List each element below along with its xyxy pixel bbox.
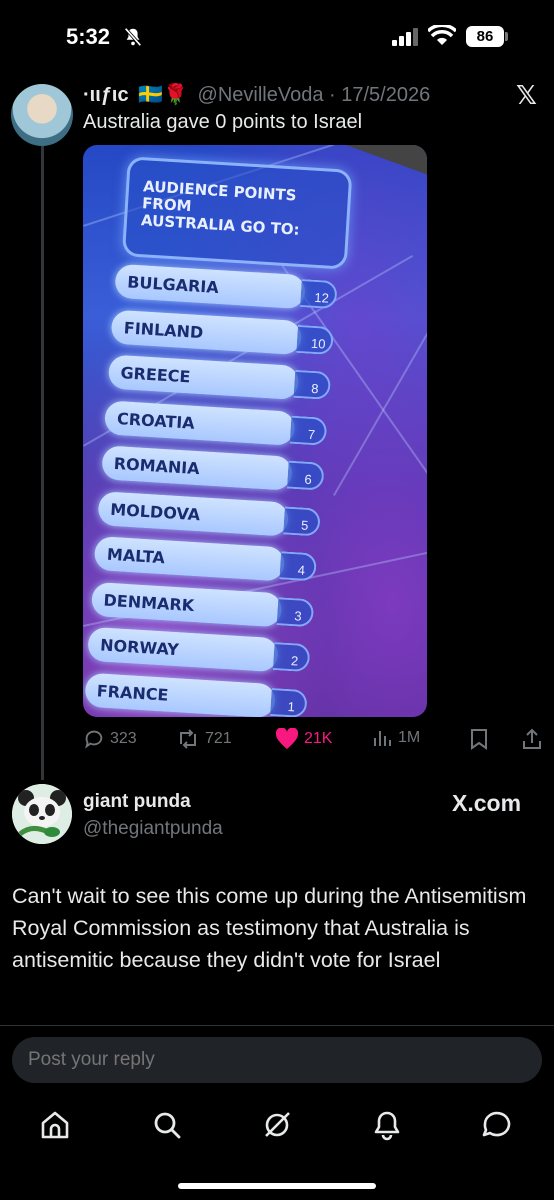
points-value: 5 <box>300 516 309 533</box>
divider <box>0 1025 554 1026</box>
scoreboard-row: FRANCE 1 <box>83 672 316 717</box>
tweet-date: · 17/5/2026 <box>329 84 431 106</box>
thread-line <box>41 140 44 780</box>
status-bar: 5:32 86 <box>0 0 554 70</box>
scoreboard-row: FINLAND 10 <box>110 309 343 359</box>
scoreboard-title: AUDIENCE POINTS FROM AUSTRALIA GO TO: <box>121 156 353 270</box>
repost-button[interactable]: 721 <box>176 728 232 750</box>
search-icon[interactable] <box>150 1108 184 1142</box>
points-value: 2 <box>290 653 299 669</box>
points-value: 3 <box>293 607 303 624</box>
notifications-icon[interactable] <box>370 1108 404 1142</box>
scoreboard-row: CROATIA 7 <box>104 399 336 450</box>
scoreboard-row: ROMANIA 6 <box>100 445 333 495</box>
points-value: 6 <box>304 471 313 488</box>
tweet-actions: 323 721 21K 1M <box>83 728 543 754</box>
repost-count: 721 <box>205 730 232 747</box>
reply-input[interactable] <box>12 1037 542 1083</box>
bottom-nav <box>0 1100 554 1150</box>
bookmark-button[interactable] <box>469 728 489 750</box>
reply-icon <box>85 730 103 749</box>
scoreboard-row: NORWAY 2 <box>87 626 319 677</box>
scoreboard-row: MALTA 4 <box>94 535 326 586</box>
points-value: 7 <box>307 426 316 442</box>
tweet-header: ·ιιƒιc 🇸🇪🌹 @NevilleVoda · 17/5/2026 <box>83 82 430 107</box>
repost-icon <box>180 729 196 749</box>
points-value: 12 <box>314 289 330 306</box>
scoreboard-row: BULGARIA 12 <box>114 263 346 314</box>
country-name: MALTA <box>106 544 166 568</box>
tweet-image[interactable]: AUDIENCE POINTS FROM AUSTRALIA GO TO: BU… <box>83 145 427 717</box>
author-flags: 🇸🇪🌹 <box>138 84 188 106</box>
scoreboard: AUDIENCE POINTS FROM AUSTRALIA GO TO: BU… <box>83 155 368 717</box>
points-value: 1 <box>287 698 296 714</box>
battery-tip <box>505 32 508 41</box>
reply-author-name[interactable]: giant punda <box>83 791 191 813</box>
home-indicator <box>178 1183 376 1189</box>
wifi-icon <box>428 25 456 45</box>
avatar[interactable] <box>11 84 73 146</box>
reply-text: Can't wait to see this come up during th… <box>12 884 527 972</box>
points-value: 10 <box>310 335 326 352</box>
scoreboard-row: DENMARK 3 <box>90 581 323 631</box>
share-icon <box>523 728 541 749</box>
tweet-text: Australia gave 0 points to Israel <box>83 111 363 133</box>
author-name[interactable]: ·ιιƒιc <box>83 84 129 106</box>
silent-bell-icon <box>124 27 142 47</box>
scoreboard-row: MOLDOVA 5 <box>97 490 329 541</box>
views-count: 1M <box>398 729 421 746</box>
reply-button[interactable]: 323 <box>83 728 137 750</box>
like-count: 21K <box>304 730 333 747</box>
panda-avatar-icon <box>12 784 72 844</box>
heart-icon <box>275 728 299 749</box>
author-handle[interactable]: @NevilleVoda <box>198 84 324 106</box>
reply-avatar[interactable] <box>12 784 72 844</box>
points-value: 8 <box>310 380 319 397</box>
x-logo-icon: 𝕏 <box>516 80 537 110</box>
views-icon <box>374 731 391 746</box>
status-time: 5:32 <box>66 24 111 49</box>
reply-count: 323 <box>110 730 137 747</box>
source-label: X.com <box>452 790 522 816</box>
views-button[interactable]: 1M <box>373 728 420 748</box>
share-button[interactable] <box>521 728 543 750</box>
scoreboard-row: GREECE 8 <box>107 354 339 404</box>
cellular-signal-icon <box>392 28 418 46</box>
like-button[interactable]: 21K <box>275 728 332 750</box>
points-value: 4 <box>297 562 306 578</box>
messages-icon[interactable] <box>480 1108 514 1142</box>
grok-icon[interactable] <box>260 1108 294 1142</box>
home-icon[interactable] <box>38 1108 72 1142</box>
reply-author-handle[interactable]: @thegiantpunda <box>83 818 223 840</box>
battery-level: 86 <box>466 26 504 47</box>
bookmark-icon <box>471 729 487 750</box>
